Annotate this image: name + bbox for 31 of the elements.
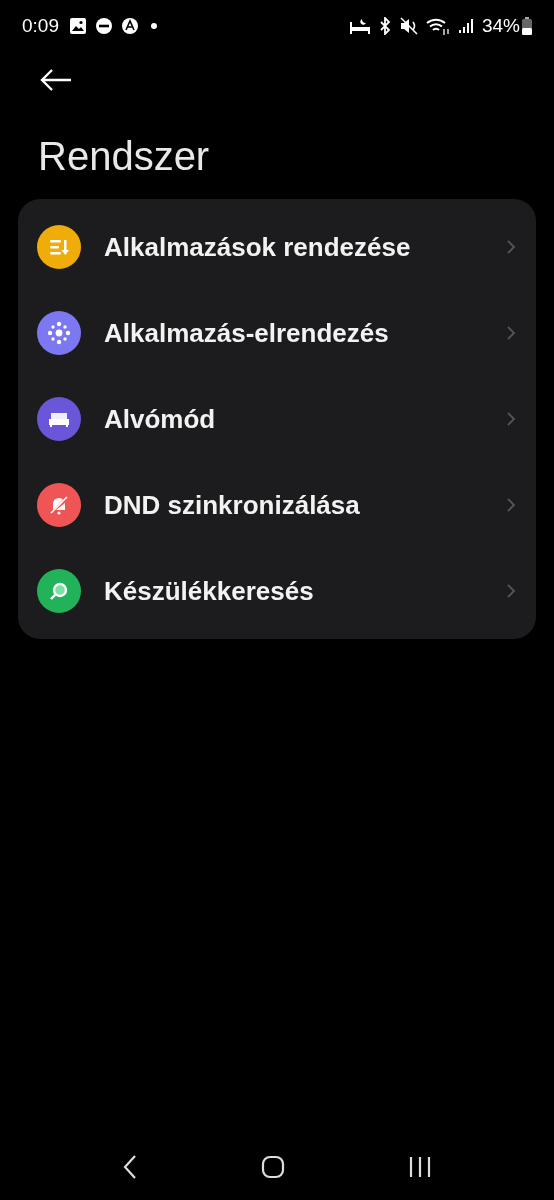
signal-icon — [457, 18, 474, 34]
bed-icon — [349, 18, 370, 34]
dots-grid-icon — [47, 321, 71, 345]
wifi-icon — [425, 17, 450, 35]
chevron-right-icon — [506, 411, 516, 427]
settings-item[interactable]: Alkalmazás-elrendezés — [18, 290, 536, 376]
app-notification-icon — [121, 17, 139, 35]
settings-item[interactable]: Alkalmazások rendezése — [18, 204, 536, 290]
home-nav-button[interactable] — [261, 1155, 285, 1179]
item-label: Készülékkeresés — [104, 575, 315, 607]
recents-nav-button[interactable] — [408, 1155, 433, 1179]
back-nav-button[interactable] — [121, 1154, 138, 1180]
mute-icon — [399, 17, 418, 35]
chevron-right-icon — [506, 239, 516, 255]
item-label: Alkalmazások rendezése — [104, 231, 412, 263]
battery-percentage: 34% — [481, 15, 520, 37]
settings-item[interactable]: Készülékkeresés — [18, 548, 536, 634]
item-label: Alkalmazás-elrendezés — [104, 317, 390, 349]
chevron-right-icon — [506, 325, 516, 341]
item-label: DND szinkronizálása — [104, 489, 361, 521]
chevron-right-icon — [506, 497, 516, 513]
status-time: 0:09 — [22, 15, 59, 37]
image-icon — [69, 17, 87, 35]
settings-item[interactable]: DND szinkronizálása — [18, 462, 536, 548]
chevron-right-icon — [506, 583, 516, 599]
battery-icon — [522, 17, 532, 35]
settings-item[interactable]: Alvómód — [18, 376, 536, 462]
item-label: Alvómód — [104, 403, 217, 435]
page-title: Rendszer — [38, 134, 211, 179]
bluetooth-icon — [377, 17, 392, 35]
do-not-disturb-icon — [95, 17, 113, 35]
